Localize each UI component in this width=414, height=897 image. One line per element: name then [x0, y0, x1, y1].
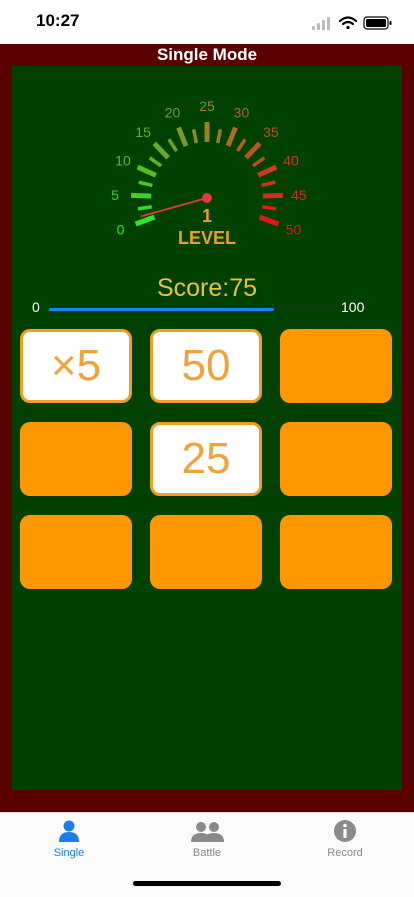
- gauge-tick-label: 15: [135, 124, 151, 140]
- gauge-tick-label: 25: [199, 98, 215, 114]
- gauge-tick-label: 40: [283, 153, 299, 169]
- gauge-minor-tick: [167, 138, 178, 152]
- card-value: [150, 515, 262, 589]
- status-bar: 10:27: [0, 0, 414, 44]
- people-icon: [191, 822, 224, 842]
- tab-single[interactable]: Single: [0, 817, 138, 869]
- signal-icon: [312, 17, 330, 30]
- gauge-tick-label: 50: [286, 221, 302, 237]
- card-value: [280, 515, 392, 589]
- gauge-major-tick: [262, 192, 284, 199]
- tab-label-single: Single: [53, 847, 85, 859]
- gauge-minor-tick: [148, 156, 163, 168]
- gauge-tick-label: 30: [234, 105, 250, 121]
- card-tile[interactable]: [280, 329, 392, 403]
- page-title: Single Mode: [156, 45, 258, 64]
- gauge-major-tick: [130, 192, 152, 199]
- gauge-major-tick: [258, 214, 280, 227]
- wifi-icon: [338, 16, 358, 30]
- person-icon: [59, 820, 79, 842]
- card-tile[interactable]: [150, 515, 262, 589]
- gauge-tick-label: 10: [115, 153, 131, 169]
- game-frame: Single Mode 0 5 10 15 20 25 30 35 40 45 50 1 LEVEL S…: [0, 44, 414, 812]
- gauge-major-tick: [134, 214, 156, 227]
- gauge-minor-tick: [261, 180, 276, 188]
- gauge-minor-tick: [236, 138, 247, 152]
- status-icons: [312, 16, 392, 30]
- gauge-major-tick: [152, 141, 170, 160]
- gauge-major-tick: [257, 164, 278, 178]
- gauge-minor-tick: [262, 205, 277, 211]
- game-board: 0 5 10 15 20 25 30 35 40 45 50 1 LEVEL Score:75 0 10…: [12, 66, 402, 790]
- card-value: [20, 422, 132, 496]
- level-label: LEVEL: [178, 228, 236, 248]
- gauge-major-tick: [136, 164, 157, 178]
- card-value: [20, 515, 132, 589]
- status-time: 10:27: [36, 11, 80, 30]
- tab-battle[interactable]: Battle: [138, 817, 276, 869]
- card-tile[interactable]: 50: [150, 329, 262, 403]
- gauge-minor-tick: [137, 205, 152, 211]
- card-tile[interactable]: [20, 422, 132, 496]
- home-indicator: [133, 881, 281, 886]
- progress-max-label: 100: [341, 299, 365, 315]
- card-tile[interactable]: [20, 515, 132, 589]
- gauge-major-tick: [225, 126, 238, 148]
- gauge-major-tick: [176, 126, 189, 148]
- gauge-minor-tick: [251, 156, 266, 168]
- card-value: ×5: [50, 341, 102, 390]
- card-value: [280, 329, 392, 403]
- card-value: 50: [181, 341, 231, 390]
- card-tile[interactable]: ×5: [20, 329, 132, 403]
- info-icon: [334, 820, 356, 842]
- gauge-minor-tick: [215, 128, 223, 144]
- score-progress-track: [49, 308, 349, 311]
- progress-min-label: 0: [32, 299, 40, 315]
- card-value: 25: [181, 434, 231, 483]
- battery-icon: [363, 16, 392, 30]
- gauge-tick-label: 20: [165, 105, 181, 121]
- card-grid: ×5 50 25: [20, 329, 394, 591]
- tab-record[interactable]: Record: [276, 817, 414, 869]
- gauge-tick-label: 5: [111, 187, 119, 203]
- card-tile[interactable]: [280, 422, 392, 496]
- level-gauge: 05101520 25 30354045501LEVEL: [111, 98, 307, 248]
- gauge-tick-label: 0: [117, 221, 125, 237]
- tab-label-record: Record: [327, 847, 363, 859]
- gauge-tick-label: 45: [291, 187, 307, 203]
- level-number: 1: [202, 206, 212, 226]
- card-tile[interactable]: 25: [150, 422, 262, 496]
- score-progress-fill: [49, 308, 274, 311]
- gauge-minor-tick: [138, 180, 153, 188]
- tab-label-battle: Battle: [192, 847, 222, 859]
- gauge-minor-tick: [191, 128, 199, 144]
- card-value: [280, 422, 392, 496]
- card-tile[interactable]: [280, 515, 392, 589]
- gauge-tick-label: 35: [263, 124, 279, 140]
- gauge-needle-hub: [202, 193, 212, 203]
- gauge-major-tick: [244, 141, 262, 160]
